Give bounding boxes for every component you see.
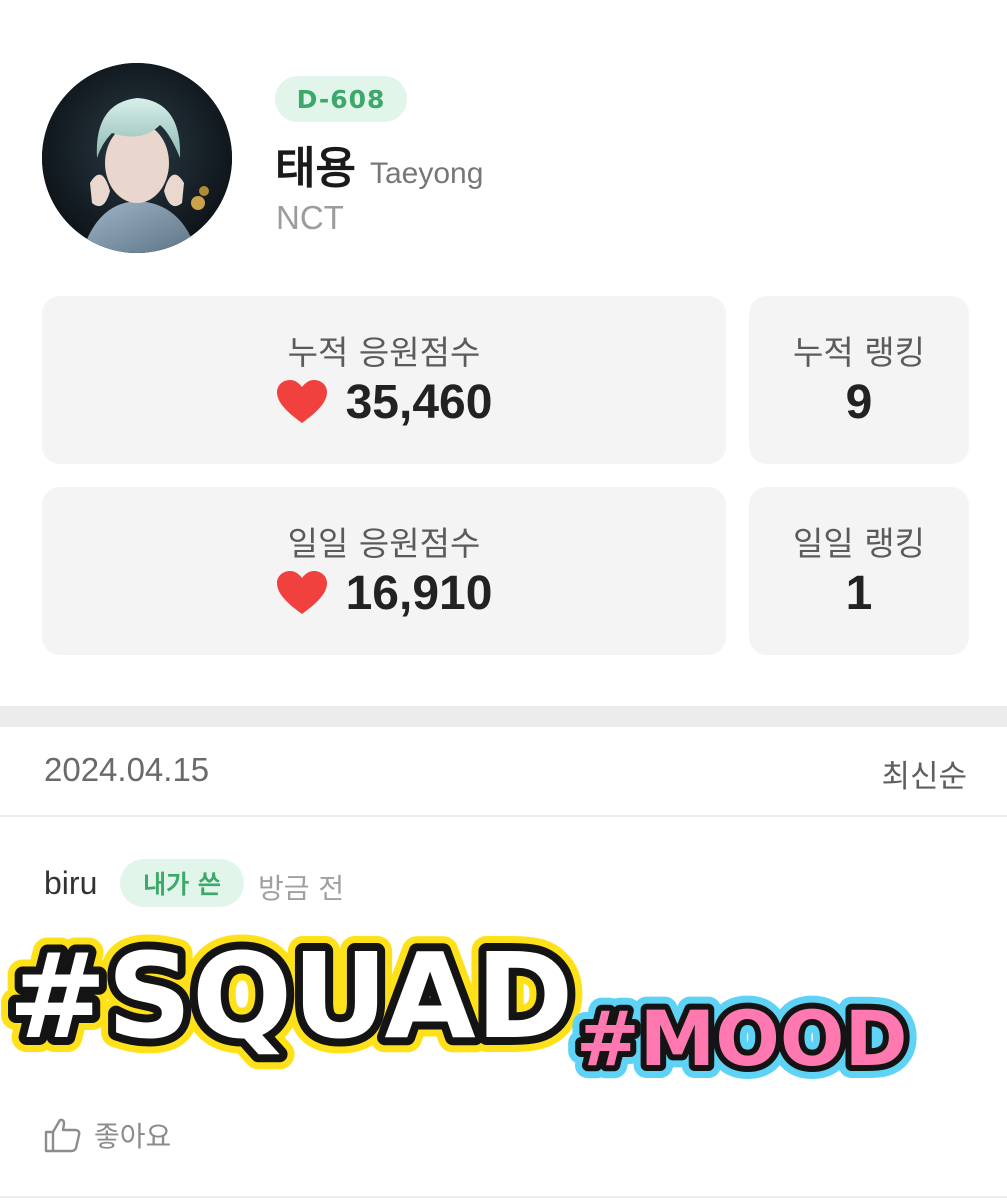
total-score-label: 누적 응원점수 <box>287 333 481 372</box>
daily-score-card: 일일 응원점수 16,910 <box>42 487 726 655</box>
total-score-card: 누적 응원점수 35,460 <box>42 296 726 464</box>
sticker-text-1: #SQUAD <box>8 927 574 1065</box>
total-rank-card: 누적 랭킹 9 <box>749 296 969 464</box>
comment-time: 방금 전 <box>258 872 345 905</box>
total-score-value-row: 35,460 <box>42 374 726 430</box>
bottom-divider <box>0 1196 1007 1198</box>
daily-score-value-row: 16,910 <box>42 565 726 621</box>
profile-avatar <box>42 63 232 253</box>
section-divider <box>0 706 1007 727</box>
heart-icon <box>276 379 328 425</box>
daily-rank-value: 1 <box>845 566 873 620</box>
artist-group: NCT <box>276 199 344 236</box>
artist-name-korean: 태용 <box>275 143 356 194</box>
dday-badge: D-608 <box>275 76 407 122</box>
daily-rank-label: 일일 랭킹 <box>793 524 925 563</box>
squad-mood-sticker: #SQUAD #SQUAD #SQUAD #MOOD #MOOD #MOOD <box>0 905 960 1085</box>
sticker-text-2: #MOOD <box>576 994 908 1083</box>
comment-author[interactable]: biru <box>44 865 97 902</box>
total-score-value: 35,460 <box>345 375 493 429</box>
like-label: 좋아요 <box>94 1120 172 1153</box>
like-button[interactable]: 좋아요 <box>44 1115 171 1155</box>
feed-date: 2024.04.15 <box>44 751 210 788</box>
my-comment-badge: 내가 쓴 <box>120 859 244 907</box>
total-rank-value: 9 <box>845 375 873 429</box>
artist-name-english: Taeyong <box>369 157 484 190</box>
sort-button[interactable]: 최신순 <box>881 751 967 796</box>
profile-name-row: 태용 Taeyong <box>275 132 483 196</box>
avatar-photo <box>42 63 232 253</box>
total-rank-label: 누적 랭킹 <box>793 333 925 372</box>
heart-icon <box>276 570 328 616</box>
daily-score-label: 일일 응원점수 <box>287 524 481 563</box>
daily-rank-card: 일일 랭킹 1 <box>749 487 969 655</box>
daily-score-value: 16,910 <box>345 566 493 620</box>
thumbs-up-icon <box>44 1117 82 1153</box>
feed-divider <box>0 815 1007 817</box>
